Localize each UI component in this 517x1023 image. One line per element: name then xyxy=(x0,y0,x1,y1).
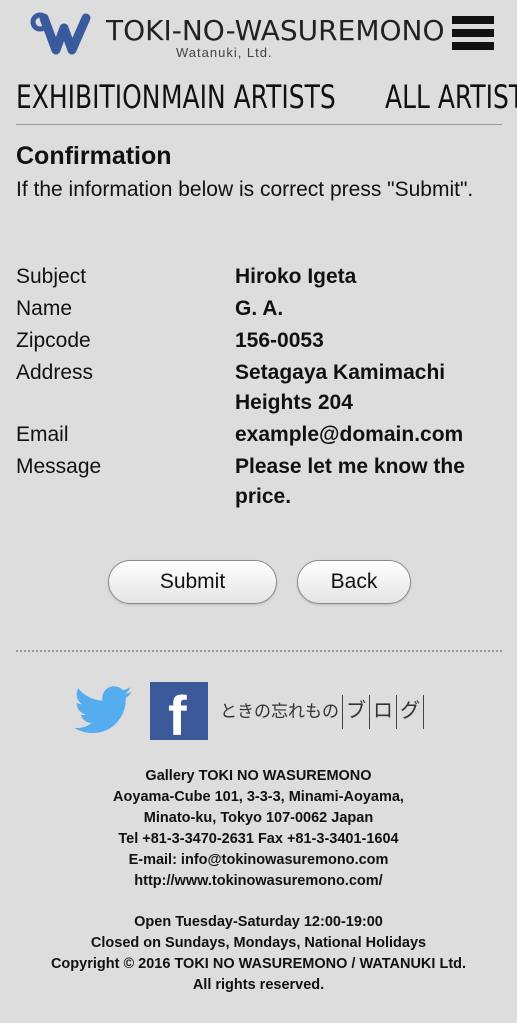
detail-label: Zipcode xyxy=(16,329,91,352)
footer-rights: All rights reserved. xyxy=(192,977,325,993)
detail-value: Please let me know the price. xyxy=(235,455,465,508)
detail-label: Message xyxy=(16,455,102,478)
nav-all-artists[interactable]: ALL ARTISTS xyxy=(385,78,517,116)
page-title: Confirmation xyxy=(16,142,172,170)
detail-label: Email xyxy=(16,423,69,446)
footer-copyright: Copyright © 2016 TOKI NO WASUREMONO / WA… xyxy=(50,956,467,972)
nav-exhibition[interactable]: EXHIBITION xyxy=(16,78,160,116)
footer-line: Aoyama-Cube 101, 3-3-3, Minami-Aoyama, xyxy=(113,789,404,805)
submit-button[interactable]: Submit xyxy=(108,560,277,604)
detail-label: Name xyxy=(16,297,73,320)
logo-title[interactable]: TOKI-NO-WASUREMONO xyxy=(106,14,445,47)
social-links: f ときの忘れものブログ xyxy=(0,680,517,742)
detail-row-subject: Subject Hiroko Igeta xyxy=(16,262,506,292)
detail-value: Setagaya Kamimachi Heights 204 xyxy=(235,361,446,414)
detail-label: Subject xyxy=(16,265,87,288)
menu-icon[interactable] xyxy=(452,16,494,56)
footer-divider xyxy=(16,650,502,652)
footer-line: Tel +81-3-3470-2631 Fax +81-3-3401-1604 xyxy=(118,831,399,847)
detail-value: Hiroko Igeta xyxy=(235,265,357,288)
detail-value: 156-0053 xyxy=(235,329,324,352)
blog-char: ブ xyxy=(346,698,366,722)
footer-line: Minato-ku, Tokyo 107-0062 Japan xyxy=(143,810,374,826)
back-button[interactable]: Back xyxy=(297,560,411,604)
blog-link[interactable]: ときの忘れものブログ xyxy=(220,694,427,729)
detail-label: Address xyxy=(16,361,94,384)
header: TOKI-NO-WASUREMONO Watanuki, Ltd. xyxy=(0,0,517,70)
detail-row-address: Address Setagaya Kamimachi Heights 204 xyxy=(16,358,506,418)
footer-hours: Open Tuesday-Saturday 12:00-19:00 xyxy=(134,914,383,930)
detail-value: example@domain.com xyxy=(235,423,464,446)
nav-main-artists[interactable]: MAIN ARTISTS xyxy=(161,78,336,116)
logo-subtitle: Watanuki, Ltd. xyxy=(176,45,273,60)
footer-email[interactable]: E-mail: info@tokinowasuremono.com xyxy=(0,850,517,871)
blog-char: ロ xyxy=(373,698,393,722)
footer-url[interactable]: http://www.tokinowasuremono.com/ xyxy=(0,871,517,892)
detail-row-name: Name G. A. xyxy=(16,294,506,324)
details-list: Subject Hiroko Igeta Name G. A. Zipcode … xyxy=(16,262,506,514)
main-nav: EXHIBITION MAIN ARTISTS ALL ARTISTS xyxy=(16,78,517,116)
detail-value: G. A. xyxy=(235,297,284,320)
facebook-icon[interactable]: f xyxy=(150,682,208,740)
blog-char: グ xyxy=(400,698,420,722)
blog-label: ときの忘れもの xyxy=(220,702,339,722)
detail-row-email: Email example@domain.com xyxy=(16,420,506,450)
twitter-icon[interactable] xyxy=(74,686,132,734)
footer: Gallery TOKI NO WASUREMONO Aoyama-Cube 1… xyxy=(0,766,517,996)
footer-closed: Closed on Sundays, Mondays, National Hol… xyxy=(90,935,427,951)
intro-text: If the information below is correct pres… xyxy=(16,178,474,201)
detail-row-zipcode: Zipcode 156-0053 xyxy=(16,326,506,356)
detail-row-message: Message Please let me know the price. xyxy=(16,452,506,512)
nav-divider xyxy=(16,124,502,125)
logo-w-icon[interactable] xyxy=(30,12,94,56)
footer-line: Gallery TOKI NO WASUREMONO xyxy=(145,768,372,784)
